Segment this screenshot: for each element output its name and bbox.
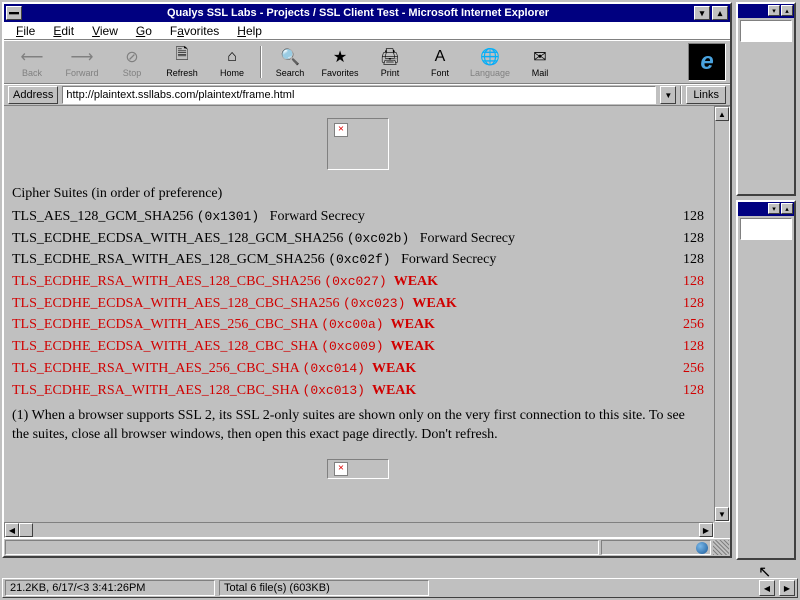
maximize-button[interactable]: ▴: [781, 203, 793, 214]
font-icon: A: [430, 47, 450, 67]
cipher-name: TLS_ECDHE_ECDSA_WITH_AES_128_CBC_SHA256 …: [12, 293, 457, 315]
cipher-bits: 256: [683, 314, 704, 336]
stop-icon: ⊘: [122, 47, 142, 67]
menu-edit[interactable]: Edit: [45, 23, 82, 39]
address-input[interactable]: [62, 86, 656, 104]
background-window: ▾▴: [736, 2, 796, 196]
cipher-heading: Cipher Suites (in order of preference): [12, 186, 704, 202]
cipher-bits: 128: [683, 228, 704, 250]
maximize-button[interactable]: ▴: [712, 6, 728, 20]
taskbar-right-icon[interactable]: ▶: [779, 580, 795, 596]
address-dropdown[interactable]: ▼: [660, 86, 676, 104]
window-title: Qualys SSL Labs - Projects / SSL Client …: [24, 7, 692, 19]
cipher-bits: 128: [683, 271, 704, 293]
forward-button[interactable]: ⟶Forward: [58, 43, 106, 81]
cipher-row: TLS_ECDHE_RSA_WITH_AES_128_CBC_SHA256 (0…: [12, 271, 704, 293]
print-icon: 🖨: [380, 47, 400, 67]
cipher-row: TLS_ECDHE_RSA_WITH_AES_128_CBC_SHA (0xc0…: [12, 380, 704, 402]
cipher-row: TLS_AES_128_GCM_SHA256 (0x1301) Forward …: [12, 206, 704, 228]
cipher-name: TLS_ECDHE_RSA_WITH_AES_128_CBC_SHA (0xc0…: [12, 380, 416, 402]
scroll-left-icon[interactable]: ◀: [5, 523, 19, 537]
scroll-down-icon[interactable]: ▼: [715, 507, 729, 521]
refresh-icon: 🗎: [172, 47, 192, 67]
language-button[interactable]: 🌐Language: [466, 43, 514, 81]
maximize-button[interactable]: ▴: [781, 5, 793, 16]
menu-view[interactable]: View: [84, 23, 126, 39]
search-icon: 🔍: [280, 47, 300, 67]
taskbar: 21.2KB, 6/17/<3 3:41:26PM Total 6 file(s…: [2, 578, 798, 598]
mail-button[interactable]: ✉Mail: [516, 43, 564, 81]
menu-favorites[interactable]: Favorites: [162, 23, 227, 39]
scroll-right-icon[interactable]: ▶: [699, 523, 713, 537]
cipher-row: TLS_ECDHE_ECDSA_WITH_AES_256_CBC_SHA (0x…: [12, 314, 704, 336]
cipher-name: TLS_ECDHE_ECDSA_WITH_AES_256_CBC_SHA (0x…: [12, 314, 435, 336]
cipher-name: TLS_AES_128_GCM_SHA256 (0x1301) Forward …: [12, 206, 365, 228]
cipher-bits: 128: [683, 206, 704, 228]
system-menu-icon[interactable]: [6, 6, 22, 20]
scrollbar-thumb[interactable]: [19, 523, 33, 537]
font-button[interactable]: AFont: [416, 43, 464, 81]
menu-file[interactable]: File: [8, 23, 43, 39]
browser-window: Qualys SSL Labs - Projects / SSL Client …: [2, 2, 732, 558]
taskbar-status-left: 21.2KB, 6/17/<3 3:41:26PM: [5, 580, 215, 596]
statusbar: [4, 538, 730, 556]
globe-icon: [696, 542, 708, 554]
titlebar: Qualys SSL Labs - Projects / SSL Client …: [4, 4, 730, 22]
cipher-name: TLS_ECDHE_RSA_WITH_AES_128_CBC_SHA256 (0…: [12, 271, 438, 293]
horizontal-scrollbar[interactable]: ◀ ▶: [4, 522, 714, 538]
cipher-row: TLS_ECDHE_RSA_WITH_AES_256_CBC_SHA (0xc0…: [12, 358, 704, 380]
status-panel: [5, 540, 599, 555]
favorites-button[interactable]: ★Favorites: [316, 43, 364, 81]
menubar: File Edit View Go Favorites Help: [4, 22, 730, 40]
home-button[interactable]: ⌂Home: [208, 43, 256, 81]
cipher-name: TLS_ECDHE_RSA_WITH_AES_128_GCM_SHA256 (0…: [12, 249, 496, 271]
addressbar: Address ▼ Links: [4, 84, 730, 106]
address-label: Address: [8, 86, 58, 104]
cipher-row: TLS_ECDHE_ECDSA_WITH_AES_128_CBC_SHA (0x…: [12, 336, 704, 358]
cipher-row: TLS_ECDHE_ECDSA_WITH_AES_128_GCM_SHA256 …: [12, 228, 704, 250]
menu-go[interactable]: Go: [128, 23, 160, 39]
cipher-row: TLS_ECDHE_RSA_WITH_AES_128_GCM_SHA256 (0…: [12, 249, 704, 271]
cipher-bits: 128: [683, 249, 704, 271]
minimize-button[interactable]: ▾: [694, 6, 710, 20]
page-content: Cipher Suites (in order of preference) T…: [4, 106, 714, 522]
cipher-bits: 128: [683, 336, 704, 358]
print-button[interactable]: 🖨Print: [366, 43, 414, 81]
resize-grip[interactable]: [713, 540, 729, 555]
home-icon: ⌂: [222, 47, 242, 67]
broken-image-icon: [327, 459, 389, 479]
toolbar-separator: [260, 46, 262, 78]
taskbar-status-right: Total 6 file(s) (603KB): [219, 580, 429, 596]
search-button[interactable]: 🔍Search: [266, 43, 314, 81]
globe-icon: 🌐: [480, 47, 500, 67]
toolbar: ⟵Back ⟶Forward ⊘Stop 🗎Refresh ⌂Home 🔍Sea…: [4, 40, 730, 84]
stop-button[interactable]: ⊘Stop: [108, 43, 156, 81]
footnote-text: (1) When a browser supports SSL 2, its S…: [12, 407, 704, 445]
broken-image-icon: [327, 118, 389, 170]
cipher-name: TLS_ECDHE_ECDSA_WITH_AES_128_GCM_SHA256 …: [12, 228, 515, 250]
scroll-up-icon[interactable]: ▲: [715, 107, 729, 121]
mail-icon: ✉: [530, 47, 550, 67]
favorites-icon: ★: [330, 47, 350, 67]
ie-logo-icon: e: [688, 43, 726, 81]
cipher-name: TLS_ECDHE_RSA_WITH_AES_256_CBC_SHA (0xc0…: [12, 358, 416, 380]
minimize-button[interactable]: ▾: [768, 5, 780, 16]
taskbar-left-icon[interactable]: ◀: [759, 580, 775, 596]
forward-icon: ⟶: [72, 47, 92, 67]
cipher-name: TLS_ECDHE_ECDSA_WITH_AES_128_CBC_SHA (0x…: [12, 336, 435, 358]
back-icon: ⟵: [22, 47, 42, 67]
vertical-scrollbar[interactable]: ▲ ▼: [714, 106, 730, 522]
minimize-button[interactable]: ▾: [768, 203, 780, 214]
cipher-bits: 256: [683, 358, 704, 380]
refresh-button[interactable]: 🗎Refresh: [158, 43, 206, 81]
back-button[interactable]: ⟵Back: [8, 43, 56, 81]
cipher-bits: 128: [683, 380, 704, 402]
menu-help[interactable]: Help: [229, 23, 270, 39]
cipher-row: TLS_ECDHE_ECDSA_WITH_AES_128_CBC_SHA256 …: [12, 293, 704, 315]
background-window: ▾▴: [736, 200, 796, 560]
cipher-bits: 128: [683, 293, 704, 315]
links-button[interactable]: Links: [686, 86, 726, 104]
status-globe-panel: [601, 540, 711, 555]
